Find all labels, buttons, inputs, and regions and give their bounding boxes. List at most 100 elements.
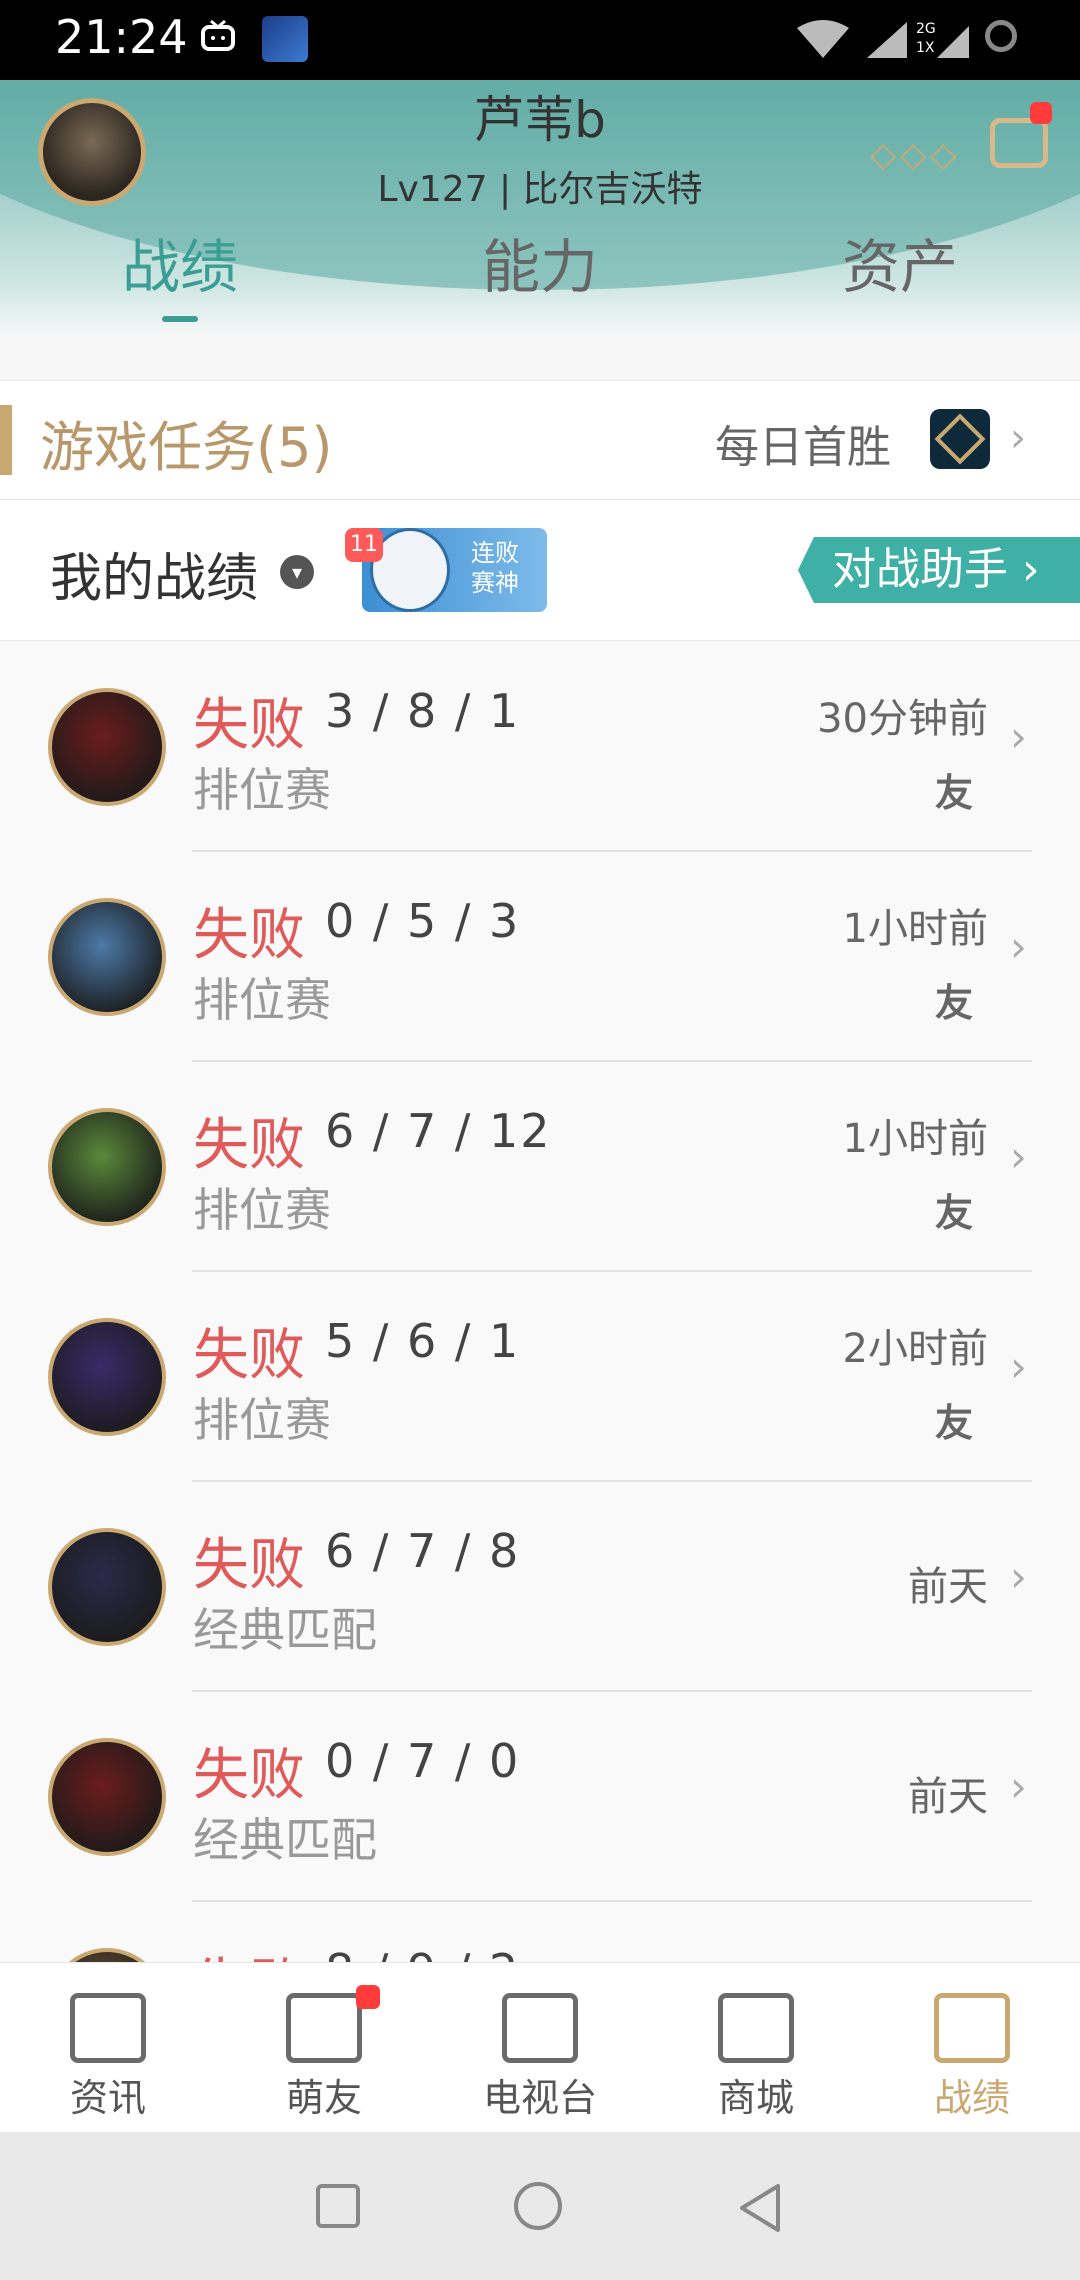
match-row[interactable]: 失败 3 / 8 / 1 排位赛 30分钟前 友 ›	[0, 642, 1080, 852]
champion-avatar	[48, 1528, 166, 1646]
match-row[interactable]: 失败 5 / 6 / 1 排位赛 2小时前 友 ›	[0, 1272, 1080, 1482]
notification-dot	[1030, 102, 1052, 124]
champion-avatar	[48, 1108, 166, 1226]
match-kda: 6 / 7 / 12	[325, 1104, 552, 1158]
match-row[interactable]: 失败 6 / 7 / 12 排位赛 1小时前 友 ›	[0, 1062, 1080, 1272]
nav-label: 萌友	[285, 2076, 362, 2120]
status-bar: 21:24 2G 1X	[0, 0, 1080, 80]
nav-friends[interactable]: 萌友	[216, 1993, 432, 2122]
task-label: 每日首胜	[715, 422, 891, 473]
match-kda: 6 / 7 / 8	[325, 1524, 521, 1578]
match-time: 2小时前	[842, 1326, 988, 1372]
match-time: 30分钟前	[817, 696, 988, 742]
signal-2-icon	[937, 26, 969, 58]
match-row[interactable]: 失败 0 / 5 / 3 排位赛 1小时前 友 ›	[0, 852, 1080, 1062]
chevron-right-icon: ›	[1010, 922, 1027, 971]
app-notification-icon	[262, 16, 308, 62]
battery-icon	[985, 20, 1017, 52]
my-record-row: 我的战绩 ▾ 连败 赛神 11 对战助手 ›	[0, 500, 1080, 641]
champion-avatar	[48, 688, 166, 806]
champion-avatar	[48, 1948, 166, 1962]
nav-label: 商城	[717, 2076, 794, 2120]
active-tab-indicator	[162, 316, 198, 322]
tv-station-icon	[502, 1993, 578, 2063]
profile-header: 芦苇b Lv127 | 比尔吉沃特 ◇◇◇ 战绩 能力 资产	[0, 80, 1080, 335]
match-time: 1小时前	[842, 1116, 988, 1162]
clock: 21:24	[55, 10, 188, 64]
nav-label: 电视台	[482, 2076, 597, 2120]
match-kda: 8 / 9 / 2	[325, 1944, 520, 1962]
friend-icon: 友	[935, 1191, 974, 1235]
chevron-right-icon: ›	[1010, 415, 1026, 461]
badge-count: 11	[345, 528, 383, 562]
match-row[interactable]: 失败 0 / 7 / 0 经典匹配 前天 ›	[0, 1692, 1080, 1902]
friend-icon: 友	[935, 771, 974, 815]
tab-assets[interactable]: 资产	[720, 220, 1080, 304]
match-time: 前天	[908, 1564, 988, 1610]
match-kda: 3 / 8 / 1	[325, 684, 521, 738]
match-list: 失败 3 / 8 / 1 排位赛 30分钟前 友 › 失败 0 / 5 / 3 …	[0, 642, 1080, 1962]
recents-button[interactable]	[316, 2184, 360, 2228]
more-dots-icon[interactable]: ◇◇◇	[870, 135, 960, 175]
tv-icon	[201, 19, 235, 51]
shop-icon	[718, 1993, 794, 2063]
nav-record[interactable]: 战绩	[864, 1993, 1080, 2122]
match-result: 失败	[193, 1533, 305, 1598]
task-title: 游戏任务(5)	[40, 416, 333, 479]
match-result: 失败	[193, 1743, 305, 1808]
match-mode: 排位赛	[193, 973, 331, 1027]
system-nav-bar	[0, 2132, 1080, 2280]
badge-text: 连败 赛神	[471, 539, 519, 597]
chevron-right-icon: ›	[1010, 1132, 1027, 1181]
nav-shop[interactable]: 商城	[648, 1993, 864, 2122]
match-row[interactable]: 失败 6 / 7 / 8 经典匹配 前天 ›	[0, 1482, 1080, 1692]
champion-avatar	[48, 898, 166, 1016]
nav-label: 战绩	[933, 2076, 1010, 2120]
match-kda: 5 / 6 / 1	[325, 1314, 521, 1368]
match-result: 失败	[193, 1940, 305, 1962]
chevron-down-icon[interactable]: ▾	[280, 555, 314, 589]
chevron-right-icon: ›	[1010, 1552, 1027, 1601]
bottom-nav: 资讯 萌友 电视台 商城 战绩	[0, 1962, 1080, 2133]
chevron-right-icon: ›	[1010, 1762, 1027, 1811]
match-result: 失败	[193, 1323, 305, 1388]
champion-avatar	[48, 1738, 166, 1856]
home-button[interactable]	[514, 2182, 562, 2230]
champion-avatar	[48, 1318, 166, 1436]
match-mode: 排位赛	[193, 763, 331, 817]
match-time: 1小时前	[842, 906, 988, 952]
chevron-right-icon: ›	[1010, 1342, 1027, 1391]
match-result: 失败	[193, 903, 305, 968]
match-kda: 0 / 7 / 0	[325, 1734, 521, 1788]
tab-ability[interactable]: 能力	[360, 220, 720, 304]
tab-record[interactable]: 战绩	[0, 220, 360, 304]
match-mode: 排位赛	[193, 1393, 331, 1447]
nav-tv[interactable]: 电视台	[432, 1993, 648, 2122]
match-mode: 经典匹配	[193, 1603, 377, 1657]
network-type: 2G 1X	[916, 21, 936, 56]
chat-icon[interactable]	[990, 118, 1048, 168]
my-record-title[interactable]: 我的战绩	[50, 536, 258, 611]
nav-label: 资讯	[69, 2076, 146, 2120]
game-task-row[interactable]: 游戏任务(5) 每日首胜 ›	[0, 380, 1080, 500]
match-time: 前天	[908, 1774, 988, 1820]
notification-dot	[356, 1985, 380, 2009]
section-marker	[0, 405, 12, 475]
match-mode: 经典匹配	[193, 1813, 377, 1867]
news-icon	[70, 1993, 146, 2063]
signal-icon	[867, 22, 907, 58]
chevron-right-icon: ›	[1010, 712, 1027, 761]
record-icon	[934, 1993, 1010, 2063]
match-mode: 排位赛	[193, 1183, 331, 1237]
friends-icon	[286, 1993, 362, 2063]
match-row[interactable]: 失败 8 / 9 / 2	[0, 1902, 1080, 1962]
battle-assistant-button[interactable]: 对战助手 ›	[798, 537, 1080, 603]
match-result: 失败	[193, 1113, 305, 1178]
wifi-icon	[797, 20, 849, 58]
friend-icon: 友	[935, 981, 974, 1025]
match-kda: 0 / 5 / 3	[325, 894, 521, 948]
friend-icon: 友	[935, 1401, 974, 1445]
match-result: 失败	[193, 693, 305, 758]
nav-news[interactable]: 资讯	[0, 1993, 216, 2122]
back-button[interactable]	[736, 2182, 784, 2234]
